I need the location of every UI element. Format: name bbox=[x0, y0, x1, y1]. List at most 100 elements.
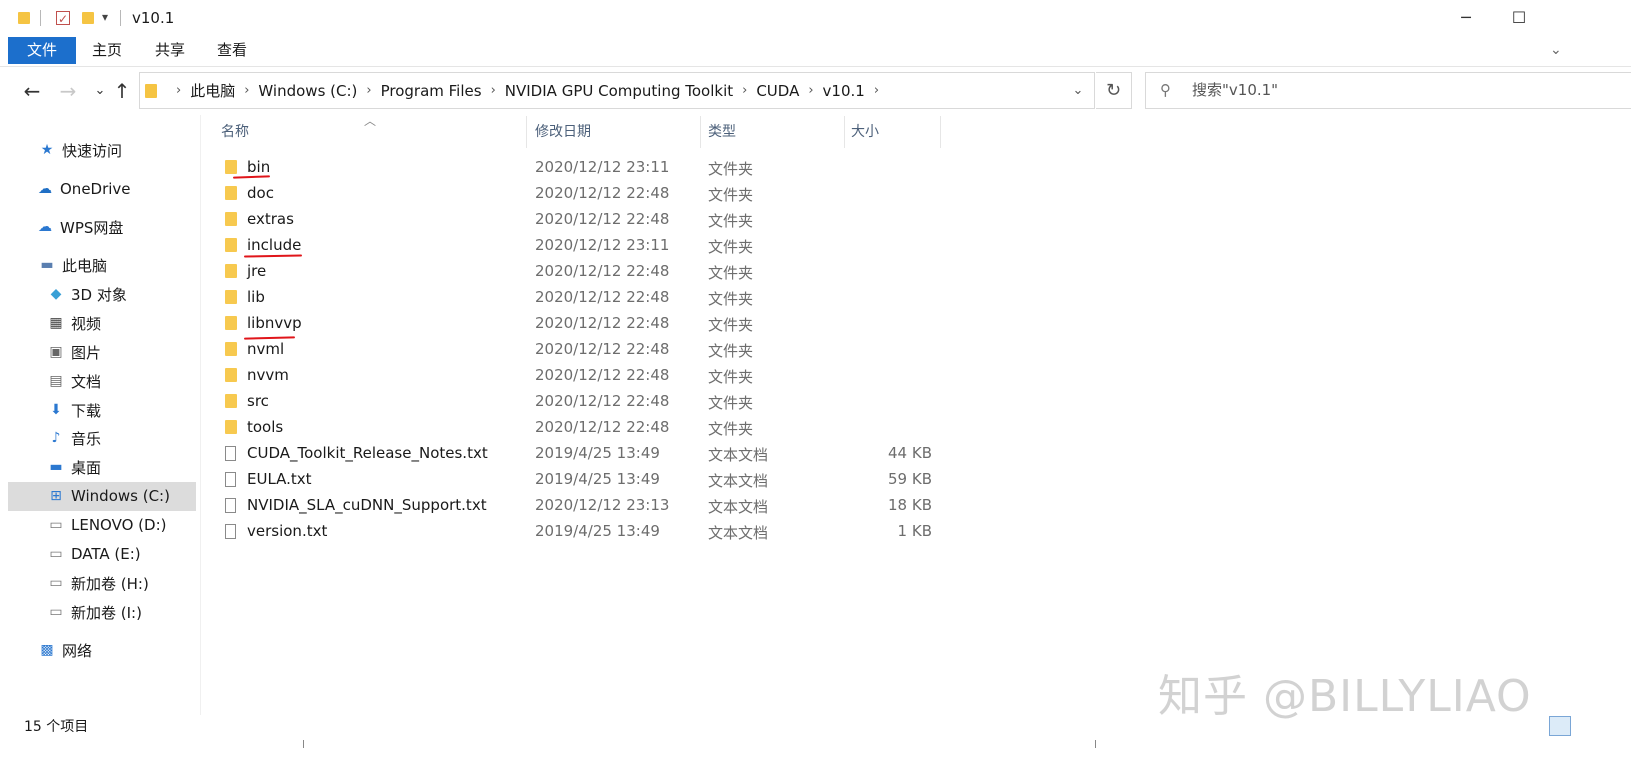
nav-item-downloads[interactable]: ⬇ 下载 bbox=[47, 396, 101, 424]
file-row[interactable]: bin 2020/12/12 23:11 文件夹 bbox=[220, 155, 940, 181]
column-header-date[interactable]: 修改日期 bbox=[535, 118, 695, 146]
cloud-outline-icon: ☁ bbox=[38, 219, 52, 235]
breadcrumb-item[interactable]: NVIDIA GPU Computing Toolkit bbox=[505, 82, 733, 100]
search-input[interactable] bbox=[1192, 79, 1612, 101]
file-date: 2019/4/25 13:49 bbox=[535, 444, 660, 462]
file-row[interactable]: CUDA_Toolkit_Release_Notes.txt 2019/4/25 … bbox=[220, 441, 940, 467]
breadcrumb-item[interactable]: 此电脑 bbox=[190, 80, 235, 101]
column-divider[interactable] bbox=[844, 116, 845, 148]
chevron-right-icon[interactable]: › bbox=[742, 83, 747, 98]
drive-icon: ▭ bbox=[49, 575, 63, 591]
nav-item-3d-objects[interactable]: ◆ 3D 对象 bbox=[47, 280, 127, 308]
nav-item-quick-access[interactable]: ★ 快速访问 bbox=[38, 136, 122, 164]
maximize-button[interactable]: ☐ bbox=[1496, 0, 1542, 36]
computer-icon: ▬ bbox=[40, 257, 54, 273]
file-type: 文本文档 bbox=[708, 498, 769, 516]
forward-button[interactable]: → bbox=[56, 78, 80, 104]
file-row[interactable]: nvml 2020/12/12 22:48 文件夹 bbox=[220, 337, 940, 363]
nav-item-drive-e[interactable]: ▭ DATA (E:) bbox=[47, 540, 140, 568]
file-row[interactable]: lib 2020/12/12 22:48 文件夹 bbox=[220, 285, 940, 311]
tab-home[interactable]: 主页 bbox=[92, 37, 122, 64]
breadcrumb-item[interactable]: CUDA bbox=[756, 82, 799, 100]
column-divider[interactable] bbox=[526, 116, 527, 148]
column-header-type[interactable]: 类型 bbox=[708, 118, 838, 146]
minimize-button[interactable]: ─ bbox=[1443, 0, 1489, 36]
breadcrumb-item[interactable]: Windows (C:) bbox=[258, 82, 357, 100]
file-row[interactable]: nvvm 2020/12/12 22:48 文件夹 bbox=[220, 363, 940, 389]
up-button[interactable]: ↑ bbox=[110, 78, 134, 104]
file-row[interactable]: EULA.txt 2019/4/25 13:49 文本文档 59 KB bbox=[220, 467, 940, 493]
folder-icon bbox=[225, 264, 237, 278]
nav-item-music[interactable]: ♪ 音乐 bbox=[47, 424, 101, 452]
chevron-right-icon[interactable]: › bbox=[176, 83, 181, 98]
file-size: 44 KB bbox=[888, 444, 932, 462]
file-date: 2020/12/12 23:13 bbox=[535, 496, 670, 514]
nav-item-network[interactable]: ▩ 网络 bbox=[38, 636, 92, 664]
ribbon-expand-icon[interactable]: ⌄ bbox=[1550, 42, 1562, 58]
column-divider[interactable] bbox=[940, 116, 941, 148]
file-row[interactable]: tools 2020/12/12 22:48 文件夹 bbox=[220, 415, 940, 441]
column-header-size[interactable]: 大小 bbox=[851, 118, 936, 146]
chevron-right-icon[interactable]: › bbox=[366, 83, 371, 98]
properties-checkbox-icon[interactable]: ✓ bbox=[56, 11, 70, 26]
chevron-right-icon[interactable]: › bbox=[808, 83, 813, 98]
ribbon-divider bbox=[0, 66, 1631, 67]
recent-locations-icon[interactable]: ⌄ bbox=[88, 78, 112, 104]
column-header-name[interactable]: 名称 bbox=[221, 118, 521, 146]
nav-item-drive-d[interactable]: ▭ LENOVO (D:) bbox=[47, 511, 166, 539]
address-dropdown-icon[interactable]: ⌄ bbox=[1063, 72, 1093, 109]
file-name: doc bbox=[247, 184, 274, 202]
chevron-right-icon[interactable]: › bbox=[874, 83, 879, 98]
file-row[interactable]: NVIDIA_SLA_cuDNN_Support.txt 2020/12/12 2… bbox=[220, 493, 940, 519]
nav-item-this-pc[interactable]: ▬ 此电脑 bbox=[38, 251, 107, 279]
nav-item-documents[interactable]: ▤ 文档 bbox=[47, 367, 101, 395]
refresh-button[interactable]: ↻ bbox=[1096, 72, 1132, 109]
tab-share[interactable]: 共享 bbox=[155, 37, 185, 64]
file-date: 2020/12/12 22:48 bbox=[535, 418, 670, 436]
file-type: 文件夹 bbox=[708, 420, 754, 438]
drive-icon: ▭ bbox=[49, 517, 63, 533]
nav-item-label: 视频 bbox=[71, 314, 102, 333]
file-row[interactable]: extras 2020/12/12 22:48 文件夹 bbox=[220, 207, 940, 233]
nav-item-pictures[interactable]: ▣ 图片 bbox=[47, 338, 101, 366]
nav-item-label: 图片 bbox=[71, 343, 102, 362]
back-button[interactable]: ← bbox=[20, 78, 44, 104]
file-name: src bbox=[247, 392, 269, 410]
file-row[interactable]: doc 2020/12/12 22:48 文件夹 bbox=[220, 181, 940, 207]
drive-icon: ▭ bbox=[49, 546, 63, 562]
file-name: libnvvp bbox=[247, 314, 302, 332]
file-row[interactable]: src 2020/12/12 22:48 文件夹 bbox=[220, 389, 940, 415]
folder-icon bbox=[225, 160, 237, 174]
file-row[interactable]: include 2020/12/12 23:11 文件夹 bbox=[220, 233, 940, 259]
nav-item-onedrive[interactable]: ☁ OneDrive bbox=[36, 175, 131, 203]
folder-icon bbox=[225, 186, 237, 200]
star-icon: ★ bbox=[40, 142, 54, 158]
nav-item-videos[interactable]: ▦ 视频 bbox=[47, 309, 101, 337]
file-name: EULA.txt bbox=[247, 470, 312, 488]
nav-item-desktop[interactable]: ▬ 桌面 bbox=[47, 453, 101, 481]
nav-item-wps[interactable]: ☁ WPS网盘 bbox=[36, 213, 123, 241]
breadcrumb-item[interactable]: v10.1 bbox=[823, 82, 865, 100]
details-view-icon[interactable] bbox=[1549, 716, 1571, 736]
tab-view[interactable]: 查看 bbox=[217, 37, 247, 64]
quick-access-dropdown-icon[interactable]: ▾ bbox=[102, 10, 108, 24]
chevron-right-icon[interactable]: › bbox=[491, 83, 496, 98]
file-row[interactable]: libnvvp 2020/12/12 22:48 文件夹 bbox=[220, 311, 940, 337]
nav-item-drive-c[interactable]: ⊞ Windows (C:) bbox=[47, 482, 170, 510]
chevron-right-icon[interactable]: › bbox=[244, 83, 249, 98]
column-divider[interactable] bbox=[700, 116, 701, 148]
desktop-icon: ▬ bbox=[49, 459, 63, 475]
nav-item-label: 新加卷 (H:) bbox=[71, 574, 149, 593]
file-row[interactable]: version.txt 2019/4/25 13:49 文本文档 1 KB bbox=[220, 519, 940, 545]
file-row[interactable]: jre 2020/12/12 22:48 文件夹 bbox=[220, 259, 940, 285]
nav-item-drive-i[interactable]: ▭ 新加卷 (I:) bbox=[47, 598, 142, 626]
breadcrumb-item[interactable]: Program Files bbox=[381, 82, 482, 100]
pane-divider[interactable] bbox=[200, 115, 201, 715]
new-folder-icon[interactable] bbox=[82, 12, 94, 24]
folder-icon bbox=[225, 420, 237, 434]
tab-file[interactable]: 文件 bbox=[8, 37, 76, 64]
nav-item-drive-h[interactable]: ▭ 新加卷 (H:) bbox=[47, 569, 149, 597]
file-name: version.txt bbox=[247, 522, 328, 540]
title-separator bbox=[120, 10, 121, 26]
folder-icon bbox=[145, 83, 157, 98]
